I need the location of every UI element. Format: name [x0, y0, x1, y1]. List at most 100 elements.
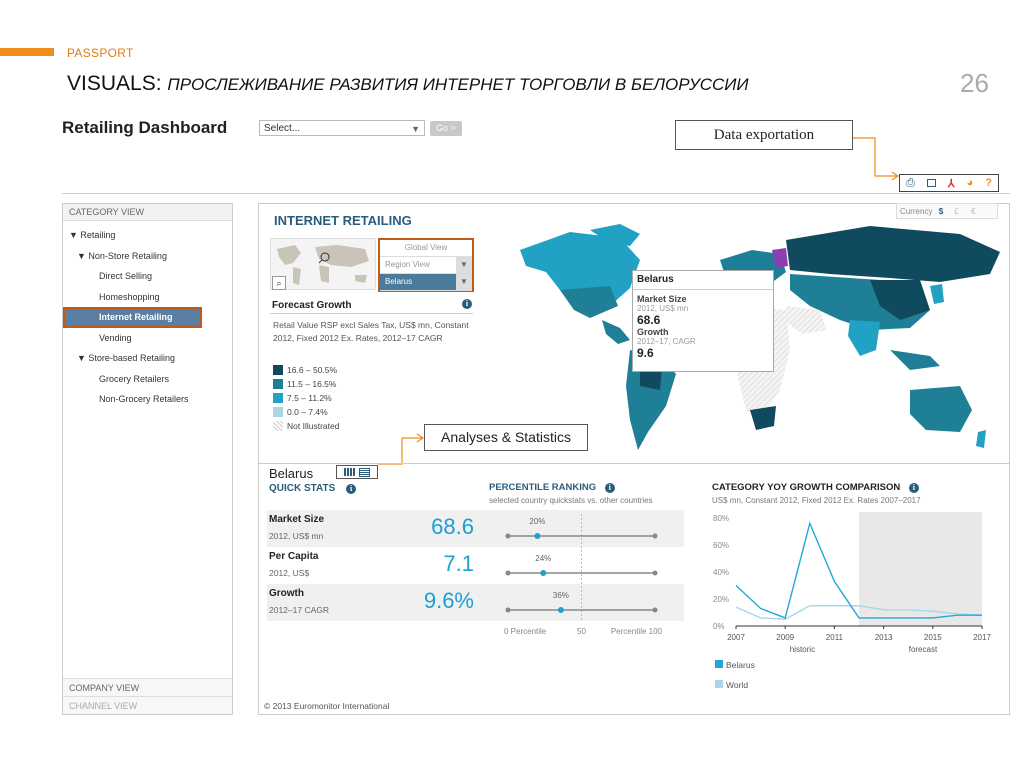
panel-title: INTERNET RETAILING	[274, 213, 412, 228]
section-label: PASSPORT	[67, 46, 134, 60]
x-tick-label: 2007	[727, 633, 745, 642]
category-select[interactable]: Select... ▼	[259, 120, 425, 136]
legend-item: 16.6 – 50.5%	[273, 365, 339, 379]
y-tick-label: 0%	[713, 622, 725, 631]
info-icon[interactable]: i	[908, 483, 919, 493]
popup-market-size-label: Market Size	[637, 294, 687, 304]
percentile-end	[505, 533, 511, 539]
divider	[62, 193, 1010, 194]
text-view-icon[interactable]	[359, 467, 370, 477]
forecast-growth-title: Forecast Growth	[272, 300, 351, 311]
mini-map-shapes	[277, 245, 369, 285]
sidebar-item-vending[interactable]: Vending	[63, 328, 232, 349]
sidebar-item-non-grocery[interactable]: Non-Grocery Retailers	[63, 389, 232, 410]
global-view-option[interactable]: Global View	[380, 240, 472, 257]
zoom-icon[interactable]: ⌕	[272, 276, 286, 290]
region-central-america[interactable]	[602, 320, 630, 344]
region-australia[interactable]	[910, 386, 972, 432]
info-icon[interactable]: i	[346, 484, 357, 494]
region-se-asia[interactable]	[890, 350, 940, 370]
popup-market-size-value: 68.6	[637, 313, 661, 327]
info-icon[interactable]: i	[604, 483, 615, 493]
yoy-subtitle: US$ mn, Constant 2012, Fixed 2012 Ex. Ra…	[712, 496, 921, 505]
legend-item: 0.0 – 7.4%	[273, 407, 339, 421]
country-select[interactable]: Belarus ▼	[380, 274, 472, 291]
percentile-title: PERCENTILE RANKING i	[489, 482, 615, 493]
sidebar-item-retailing[interactable]: ▼ Retailing	[63, 225, 232, 246]
title-prefix: VISUALS:	[67, 72, 162, 95]
sidebar-item-internet-retailing[interactable]: Internet Retailing	[63, 307, 202, 328]
divider	[258, 463, 1010, 464]
region-label: forecast	[909, 645, 938, 654]
region-russia[interactable]	[786, 226, 1000, 282]
legend-label: 7.5 – 11.2%	[287, 393, 332, 403]
go-button[interactable]: Go >	[430, 121, 462, 136]
region-new-zealand[interactable]	[976, 430, 986, 448]
export-callout-arrow	[853, 137, 900, 181]
legend-swatch	[715, 680, 723, 688]
sidebar: CATEGORY VIEW ▼ Retailing ▼ Non-Store Re…	[62, 203, 233, 715]
channel-view-tab[interactable]: CHANNEL VIEW	[63, 696, 232, 714]
region-india[interactable]	[848, 320, 880, 356]
axis-label: Percentile 100	[611, 627, 663, 636]
chevron-down-icon: ▼	[456, 257, 472, 273]
stat-sub: 2012, US$	[269, 568, 310, 578]
table-view-icon[interactable]	[344, 468, 356, 476]
pdf-icon[interactable]: ⅄	[948, 177, 955, 190]
region-south-africa[interactable]	[750, 406, 776, 430]
view-selector: Global View Region View ▼ Belarus ▼	[378, 238, 474, 292]
sidebar-item-non-store[interactable]: ▼ Non-Store Retailing	[63, 246, 232, 267]
accent-bar	[0, 48, 54, 56]
pie-export-icon[interactable]: ◕	[967, 177, 974, 189]
percentile-label: 24%	[535, 554, 551, 563]
region-view-label: Region View	[385, 260, 430, 269]
percentile-end	[505, 607, 511, 613]
view-toggle	[336, 465, 378, 479]
legend-swatch	[273, 393, 283, 403]
stat-value: 9.6%	[423, 588, 474, 613]
divider	[270, 313, 473, 314]
quick-stats-heading: QUICK STATS	[269, 483, 336, 494]
company-view-tab[interactable]: COMPANY VIEW	[63, 678, 232, 696]
quick-stats-label: QUICK STATS i	[269, 483, 357, 494]
sidebar-item-homeshopping[interactable]: Homeshopping	[63, 287, 232, 308]
help-icon[interactable]: ?	[985, 177, 992, 189]
popup-market-size-sub: 2012, US$ mn	[637, 304, 689, 313]
copyright: © 2013 Euromonitor International	[264, 701, 390, 711]
percentile-heading: PERCENTILE RANKING	[489, 482, 597, 493]
x-tick-label: 2013	[875, 633, 893, 642]
dashboard-title: Retailing Dashboard	[62, 118, 228, 137]
percentile-end	[652, 607, 658, 613]
sidebar-item-store-based[interactable]: ▼ Store-based Retailing	[63, 348, 232, 369]
percentile-subtitle: selected country quickstats vs. other co…	[489, 496, 653, 505]
map-legend: 16.6 – 50.5% 11.5 – 16.5% 7.5 – 11.2% 0.…	[273, 365, 339, 435]
print-icon[interactable]: ⎙	[906, 177, 915, 190]
yoy-title: CATEGORY YOY GROWTH COMPARISON i	[712, 482, 919, 493]
percentile-end	[652, 533, 658, 539]
legend-item: 11.5 – 16.5%	[273, 379, 339, 393]
select-value: Select...	[264, 123, 301, 134]
data-export-callout: Data exportation	[675, 120, 853, 150]
y-tick-label: 40%	[713, 568, 729, 577]
axis-label: 0 Percentile	[504, 627, 547, 636]
info-icon[interactable]: i	[462, 299, 472, 309]
popup-growth-sub: 2012–17, CAGR	[637, 337, 696, 346]
image-export-icon[interactable]	[926, 179, 936, 187]
region-japan[interactable]	[930, 284, 944, 304]
region-label: historic	[790, 645, 815, 654]
percentile-end	[652, 570, 658, 576]
sidebar-item-direct-selling[interactable]: Direct Selling	[63, 266, 232, 287]
sidebar-heading[interactable]: CATEGORY VIEW	[63, 204, 232, 221]
percentile-label: 36%	[553, 591, 569, 600]
chevron-down-icon: ▼	[456, 274, 472, 290]
region-usa[interactable]	[560, 286, 618, 318]
percentile-label: 20%	[529, 517, 545, 526]
region-view-select[interactable]: Region View ▼	[380, 257, 472, 274]
yoy-chart: 80% 60% 40% 20% 0%2007 2009 2011 2013 2015 2017 hi…	[713, 512, 991, 690]
sidebar-item-grocery[interactable]: Grocery Retailers	[63, 369, 232, 390]
popup-growth-value: 9.6	[637, 346, 654, 360]
stat-sub: 2012, US$ mn	[269, 531, 324, 541]
page-number: 26	[960, 68, 989, 98]
stat-sub: 2012–17 CAGR	[269, 605, 330, 615]
legend-label: 0.0 – 7.4%	[287, 407, 328, 417]
